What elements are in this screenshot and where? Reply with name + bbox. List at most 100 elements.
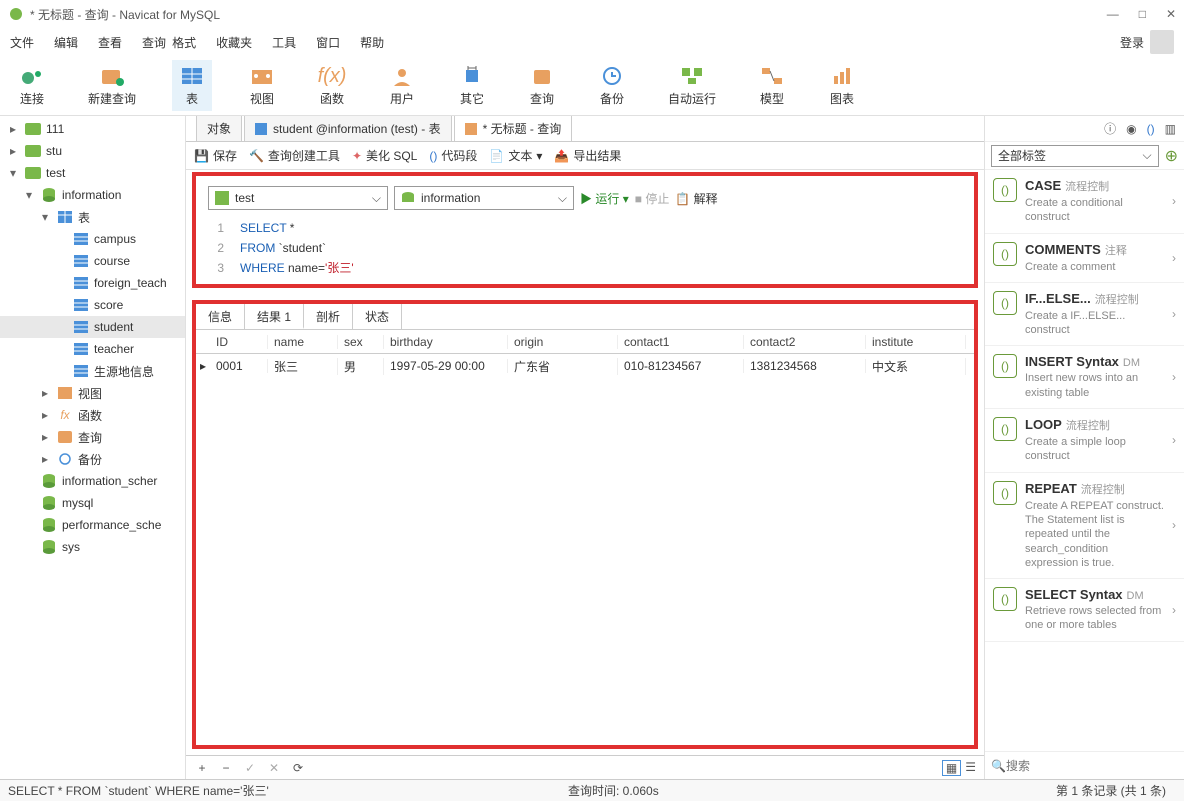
login-area[interactable]: 登录	[1120, 30, 1174, 54]
commit-button[interactable]: ✓	[242, 761, 258, 775]
info-icon[interactable]: ⓘ	[1104, 120, 1116, 137]
tree-node-campus[interactable]: campus	[0, 228, 185, 250]
tool-view[interactable]: 视图	[242, 60, 282, 111]
remove-row-button[interactable]: −	[218, 761, 234, 775]
export-button[interactable]: 📤 导出结果	[554, 147, 621, 164]
tree-node-test[interactable]: ▾test	[0, 162, 185, 184]
query-builder-button[interactable]: 🔨 查询创建工具	[249, 147, 340, 164]
tree-node-备份[interactable]: ▸备份	[0, 448, 185, 470]
menu-query[interactable]: 查询	[142, 34, 166, 51]
snippet-icon: ()	[993, 354, 1017, 378]
menu-view[interactable]: 查看	[98, 34, 122, 51]
add-row-button[interactable]: +	[194, 761, 210, 775]
result-tab-analyze[interactable]: 剖析	[304, 304, 353, 329]
tool-backup[interactable]: 备份	[592, 60, 632, 111]
snippet-item[interactable]: ()SELECT SyntaxDMRetrieve rows selected …	[985, 579, 1184, 642]
tab-student-table[interactable]: student @information (test) - 表	[244, 116, 452, 141]
right-panel: ⓘ ◉ () ▥ 全部标签⌵ ⊕ ()CASE流程控制Create a cond…	[984, 116, 1184, 779]
right-panel-header: ⓘ ◉ () ▥	[985, 116, 1184, 142]
tool-connect[interactable]: 连接	[12, 60, 52, 111]
result-tab-result1[interactable]: 结果 1	[245, 304, 304, 329]
menu-help[interactable]: 帮助	[360, 34, 384, 51]
snippet-item[interactable]: ()LOOP流程控制Create a simple loop construct…	[985, 409, 1184, 473]
preview-icon[interactable]: ◉	[1126, 122, 1136, 136]
tree-node-stu[interactable]: ▸stu	[0, 140, 185, 162]
tool-function[interactable]: f(x)函数	[312, 60, 352, 111]
tree-node-查询[interactable]: ▸查询	[0, 426, 185, 448]
connection-combo[interactable]: test⌵	[208, 186, 388, 210]
tree-node-表[interactable]: ▾表	[0, 206, 185, 228]
tool-table[interactable]: 表	[172, 60, 212, 111]
tab-objects[interactable]: 对象	[196, 116, 242, 141]
tool-new-query[interactable]: 新建查询	[82, 60, 142, 111]
query-toolbar: 💾 保存 🔨 查询创建工具 ✦ 美化 SQL () 代码段 📄 文本 ▾ 📤 导…	[186, 142, 984, 170]
save-button[interactable]: 💾 保存	[194, 147, 237, 164]
tree-node-information[interactable]: ▾information	[0, 184, 185, 206]
search-input[interactable]	[1006, 759, 1178, 773]
beautify-button[interactable]: ✦ 美化 SQL	[352, 147, 417, 164]
tree-node-performance_sche[interactable]: performance_sche	[0, 514, 185, 536]
grid-view-icon[interactable]: ▦	[942, 760, 961, 776]
layout-icon[interactable]: ▥	[1165, 122, 1176, 136]
menu-edit[interactable]: 编辑	[54, 34, 78, 51]
refresh-button[interactable]: ⟳	[290, 761, 306, 775]
sql-editor[interactable]: 1SELECT * 2FROM `student` 3WHERE name='张…	[200, 216, 970, 280]
result-tab-status[interactable]: 状态	[353, 304, 402, 329]
run-button[interactable]: ▶ 运行 ▾	[580, 190, 629, 207]
chevron-down-icon: ⌵	[558, 191, 567, 206]
tool-chart[interactable]: 图表	[822, 60, 862, 111]
tool-user[interactable]: 用户	[382, 60, 422, 111]
close-button[interactable]: ✕	[1166, 7, 1176, 21]
tree-node-score[interactable]: score	[0, 294, 185, 316]
tree-node-student[interactable]: student	[0, 316, 185, 338]
stop-button[interactable]: ■ 停止	[635, 190, 670, 207]
database-combo[interactable]: information⌵	[394, 186, 574, 210]
tree-node-teacher[interactable]: teacher	[0, 338, 185, 360]
main-toolbar: 连接 新建查询 表 视图 f(x)函数 用户 其它 查询 备份 自动运行 模型 …	[0, 56, 1184, 116]
tree-node-视图[interactable]: ▸视图	[0, 382, 185, 404]
result-tab-info[interactable]: 信息	[196, 304, 245, 329]
menu-window[interactable]: 窗口	[316, 34, 340, 51]
text-button[interactable]: 📄 文本 ▾	[489, 147, 542, 164]
snippet-item[interactable]: ()IF...ELSE...流程控制Create a IF...ELSE... …	[985, 283, 1184, 347]
explain-button[interactable]: 📋 解释	[675, 190, 717, 207]
table-row[interactable]: ▸ 0001 张三 男 1997-05-29 00:00 广东省 010-812…	[196, 354, 974, 378]
snippet-item[interactable]: ()COMMENTS注释Create a comment›	[985, 234, 1184, 283]
tag-filter-combo[interactable]: 全部标签⌵	[991, 145, 1159, 167]
tool-auto[interactable]: 自动运行	[662, 60, 722, 111]
tree-node-生源地信息[interactable]: 生源地信息	[0, 360, 185, 382]
add-snippet-icon[interactable]: ⊕	[1165, 146, 1178, 166]
chevron-right-icon: ›	[1172, 194, 1176, 208]
status-record: 第 1 条记录 (共 1 条)	[1056, 782, 1166, 799]
tree-node-foreign_teach[interactable]: foreign_teach	[0, 272, 185, 294]
tool-other[interactable]: 其它	[452, 60, 492, 111]
snippet-item[interactable]: ()REPEAT流程控制Create A REPEAT construct. T…	[985, 473, 1184, 579]
snippet-item[interactable]: ()CASE流程控制Create a conditional construct…	[985, 170, 1184, 234]
menu-file[interactable]: 文件	[10, 34, 34, 51]
tool-query[interactable]: 查询	[522, 60, 562, 111]
menu-format[interactable]: 格式	[172, 34, 196, 51]
chevron-down-icon: ⌵	[372, 191, 381, 206]
snippet-icon[interactable]: ()	[1147, 122, 1155, 136]
window-controls: — □ ✕	[1107, 7, 1176, 21]
menubar: 文件 编辑 查看 查询 格式 收藏夹 工具 窗口 帮助 登录	[0, 28, 1184, 56]
grid-toolbar: + − ✓ ✕ ⟳ ▦ ☰	[186, 755, 984, 779]
tree-node-函数[interactable]: ▸fx函数	[0, 404, 185, 426]
cancel-edit-button[interactable]: ✕	[266, 761, 282, 775]
menu-tools[interactable]: 工具	[272, 34, 296, 51]
minimize-button[interactable]: —	[1107, 7, 1119, 21]
tree-node-sys[interactable]: sys	[0, 536, 185, 558]
snippet-list: ()CASE流程控制Create a conditional construct…	[985, 170, 1184, 751]
tree-node-information_scher[interactable]: information_scher	[0, 470, 185, 492]
tab-untitled-query[interactable]: * 无标题 - 查询	[454, 116, 573, 141]
tree-node-mysql[interactable]: mysql	[0, 492, 185, 514]
snippet-item[interactable]: ()INSERT SyntaxDMInsert new rows into an…	[985, 346, 1184, 409]
tool-model[interactable]: 模型	[752, 60, 792, 111]
menu-fav[interactable]: 收藏夹	[216, 34, 252, 51]
status-sql: SELECT * FROM `student` WHERE name='张三'	[8, 782, 528, 799]
form-view-icon[interactable]: ☰	[965, 760, 976, 776]
maximize-button[interactable]: □	[1139, 7, 1146, 21]
snippet-button[interactable]: () 代码段	[429, 147, 477, 164]
tree-node-course[interactable]: course	[0, 250, 185, 272]
tree-node-111[interactable]: ▸111	[0, 118, 185, 140]
